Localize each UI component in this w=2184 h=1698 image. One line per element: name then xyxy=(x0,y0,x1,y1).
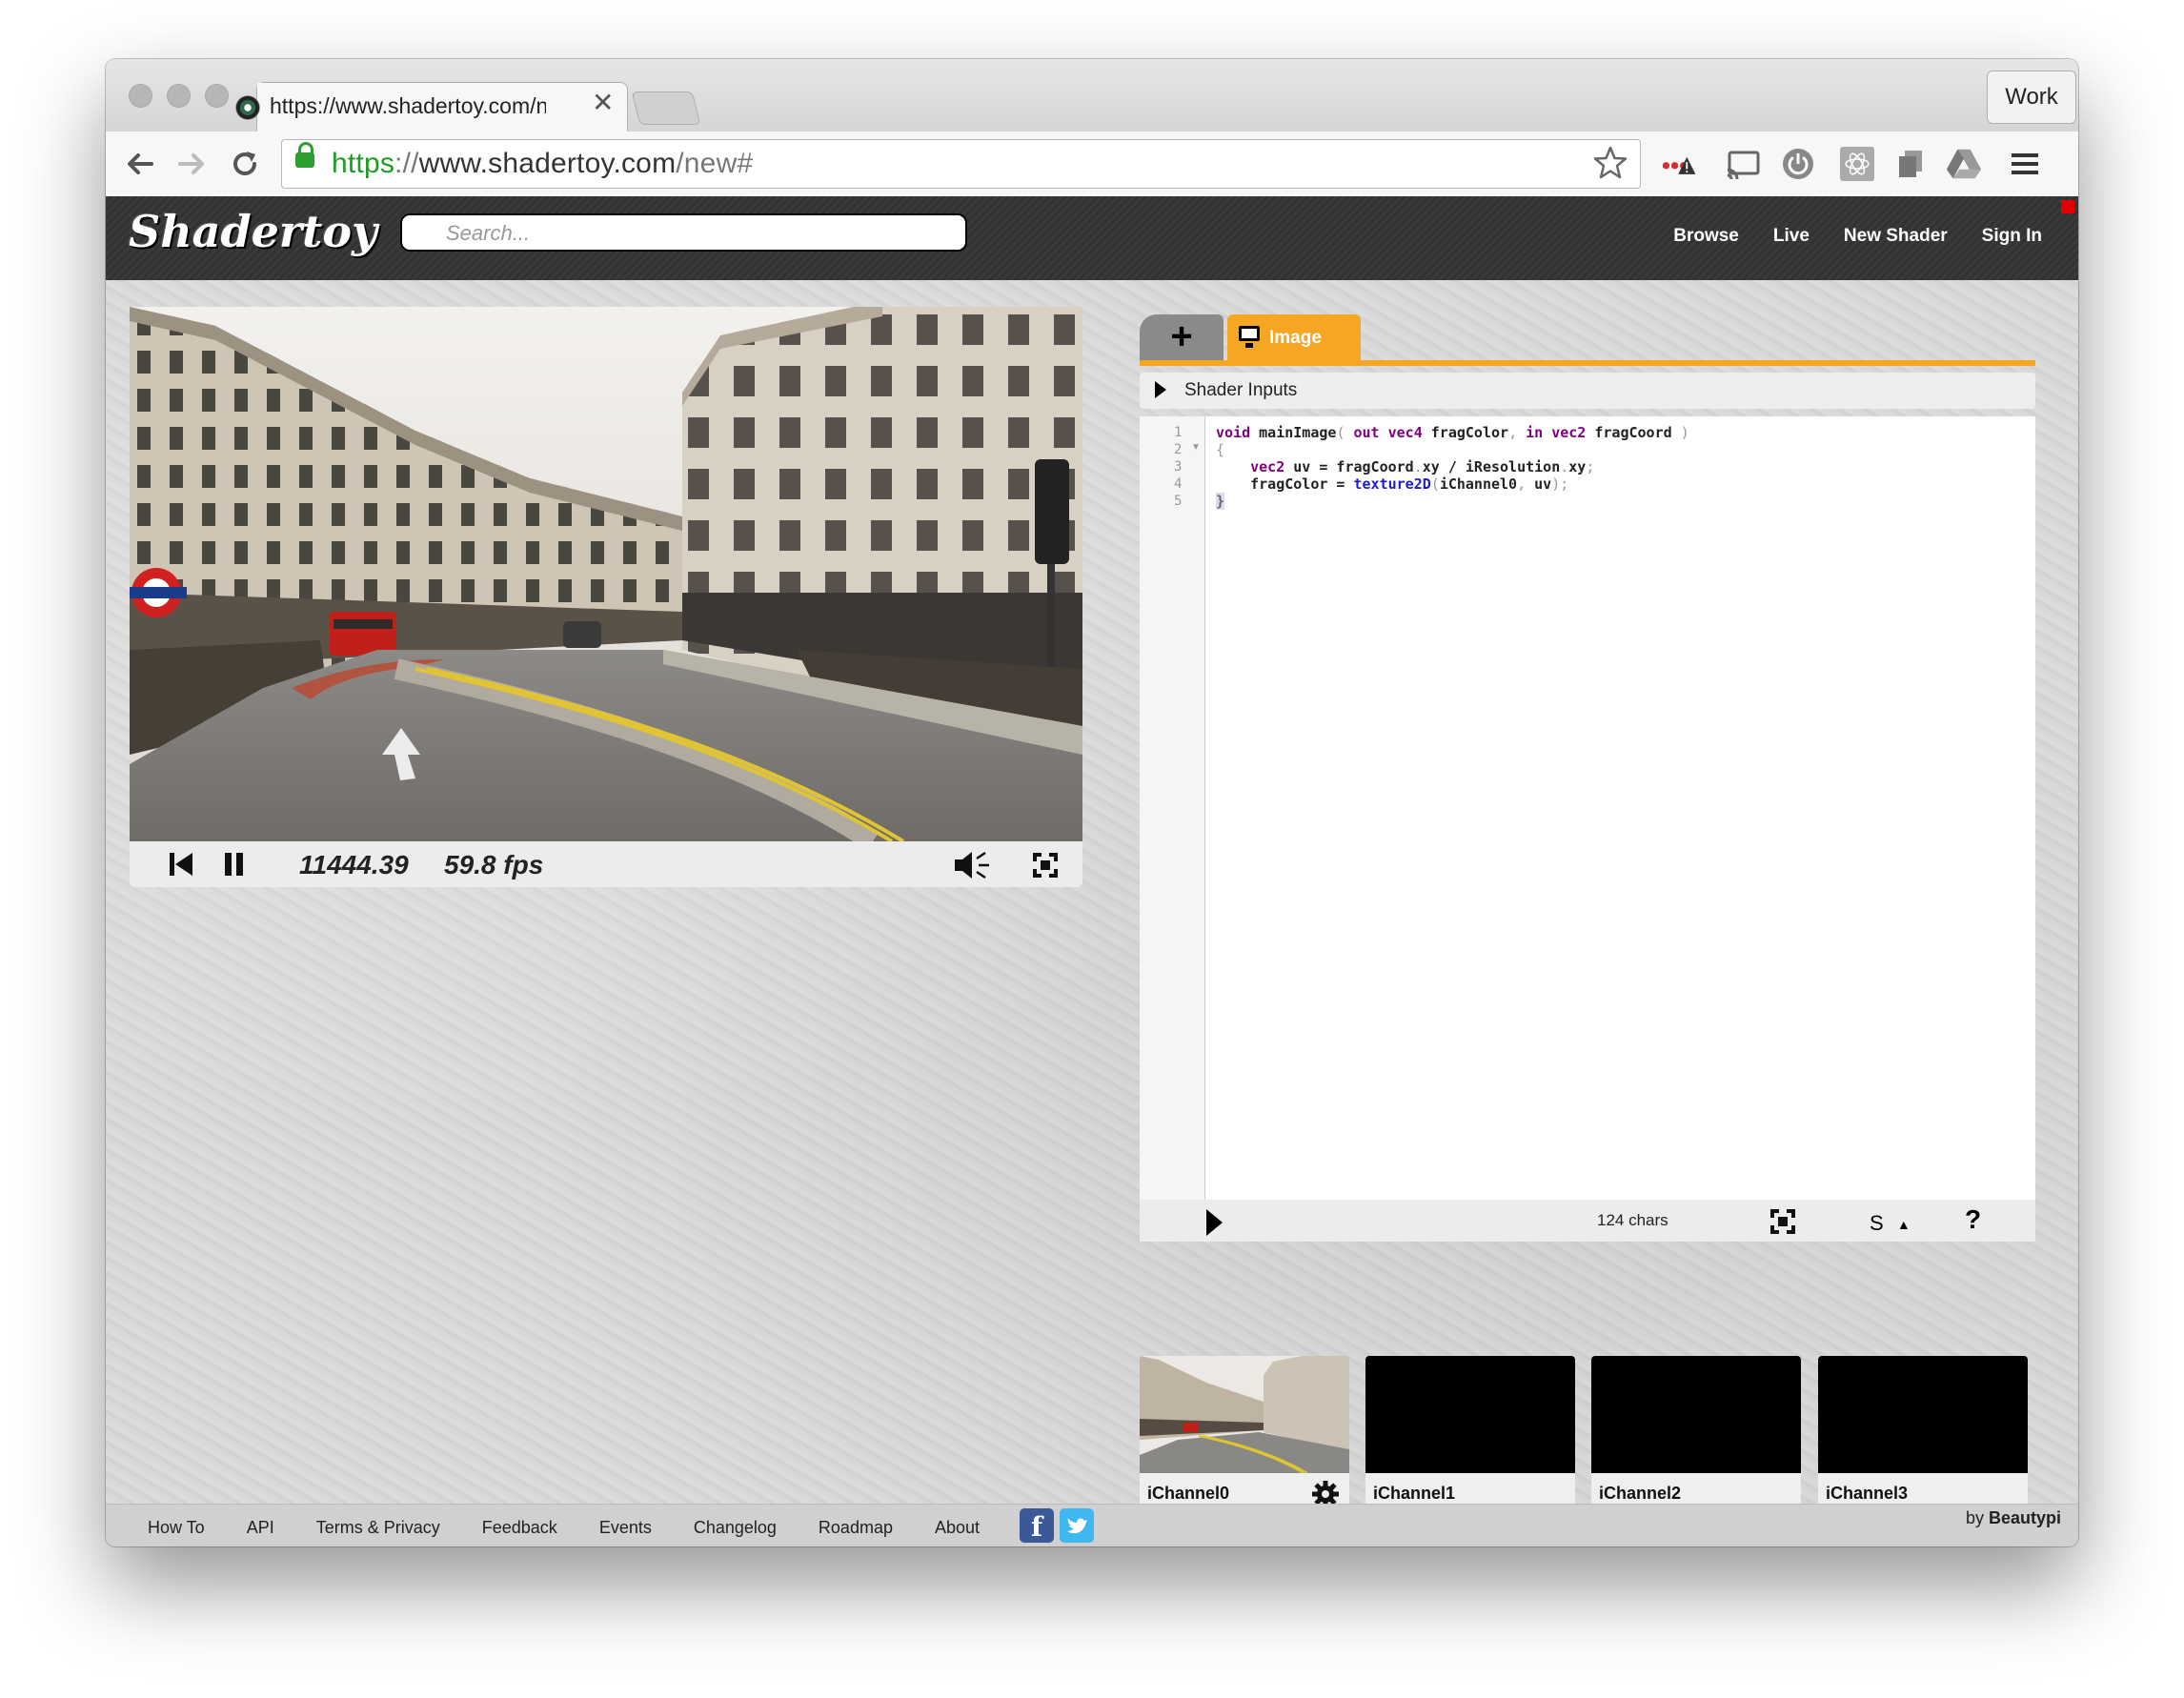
footer-link-events[interactable]: Events xyxy=(599,1518,652,1538)
main-area: 11444.39 59.8 fps + Image Shader Inputs … xyxy=(106,280,2078,1521)
tab-close-icon[interactable]: ✕ xyxy=(592,90,614,116)
font-size-select[interactable]: S ▲ xyxy=(1870,1209,1911,1239)
profile-button[interactable]: Work xyxy=(1987,71,2076,124)
footer-link-roadmap[interactable]: Roadmap xyxy=(819,1518,893,1538)
char-count: 124 chars xyxy=(1597,1211,1668,1229)
nav-new-shader[interactable]: New Shader xyxy=(1844,226,1948,247)
menu-icon[interactable] xyxy=(2006,145,2044,183)
play-icon[interactable] xyxy=(1206,1209,1223,1236)
footer-link-about[interactable]: About xyxy=(935,1518,980,1538)
tab-title: https://www.shadertoy.com/new# xyxy=(270,93,546,118)
channel-thumbnail[interactable] xyxy=(1140,1356,1349,1473)
editor-footer: 124 chars S ▲ ? xyxy=(1140,1200,2035,1242)
footer-link-changelog[interactable]: Changelog xyxy=(694,1518,777,1538)
channel-thumbnail[interactable] xyxy=(1365,1356,1575,1473)
expand-icon xyxy=(1155,381,1166,398)
power-icon[interactable] xyxy=(1779,145,1817,183)
zoom-window-button[interactable] xyxy=(205,84,229,108)
code-line: { xyxy=(1216,441,1225,458)
player-controls: 11444.39 59.8 fps xyxy=(130,841,1082,887)
shader-canvas[interactable] xyxy=(130,307,1082,841)
line-number: 4 xyxy=(1174,476,1183,492)
code-line: void mainImage( out vec4 fragColor, in v… xyxy=(1216,424,1689,441)
minimize-window-button[interactable] xyxy=(167,84,191,108)
fullscreen-icon[interactable] xyxy=(1031,851,1060,879)
tab-image[interactable]: Image xyxy=(1227,314,1361,360)
line-gutter: 1 2 ▼ 3 4 5 xyxy=(1140,416,1205,1200)
browser-window: https://www.shadertoy.com/new# ✕ Work ht… xyxy=(106,59,2078,1546)
copy-extension-icon[interactable] xyxy=(1891,145,1930,183)
nav-browse[interactable]: Browse xyxy=(1673,226,1739,247)
help-button[interactable]: ? xyxy=(1965,1205,1981,1234)
favicon-icon xyxy=(235,95,260,120)
pause-icon[interactable] xyxy=(221,851,248,878)
channel-name: iChannel2 xyxy=(1599,1484,1682,1503)
channel-slot-1[interactable]: iChannel1 xyxy=(1365,1356,1575,1521)
close-window-button[interactable] xyxy=(129,84,152,108)
font-size-label: S xyxy=(1870,1211,1884,1235)
channel-thumbnail[interactable] xyxy=(1818,1356,2028,1473)
code-editor[interactable]: 1 2 ▼ 3 4 5 void mainImage( out vec4 fra… xyxy=(1140,416,2035,1242)
nav-live[interactable]: Live xyxy=(1773,226,1810,247)
channel-slot-2[interactable]: iChannel2 xyxy=(1591,1356,1801,1521)
footer-link-how-to[interactable]: How To xyxy=(148,1518,205,1538)
shader-inputs-label: Shader Inputs xyxy=(1184,380,1298,400)
rewind-icon[interactable] xyxy=(168,851,194,878)
twitter-icon[interactable] xyxy=(1060,1508,1094,1543)
footer-link-terms[interactable]: Terms & Privacy xyxy=(316,1518,440,1538)
shader-inputs-toggle[interactable]: Shader Inputs xyxy=(1140,373,2035,409)
footer-link-api[interactable]: API xyxy=(247,1518,274,1538)
address-bar[interactable]: https://www.shadertoy.com/new# xyxy=(281,139,1641,189)
facebook-icon[interactable]: f xyxy=(1020,1508,1054,1543)
cast-icon[interactable] xyxy=(1724,145,1762,183)
drive-icon[interactable] xyxy=(1945,145,1983,183)
browser-toolbar: https://www.shadertoy.com/new# xyxy=(106,131,2078,197)
code-line: fragColor = texture2D(iChannel0, uv); xyxy=(1216,475,1569,493)
volume-icon[interactable] xyxy=(953,849,991,881)
footer-link-feedback[interactable]: Feedback xyxy=(482,1518,557,1538)
site-logo[interactable]: Shadertoy xyxy=(129,206,377,257)
code-line: } xyxy=(1216,493,1225,510)
shader-player: 11444.39 59.8 fps xyxy=(130,307,1082,890)
channel-name: iChannel3 xyxy=(1826,1484,1909,1503)
code-line: vec2 uv = fragCoord.xy / iResolution.xy; xyxy=(1250,458,1595,475)
search-input[interactable]: Search... xyxy=(400,213,967,252)
reload-icon[interactable] xyxy=(228,147,262,181)
lock-icon xyxy=(295,142,314,168)
new-tab-button[interactable] xyxy=(631,91,701,125)
monitor-icon xyxy=(1239,326,1260,348)
star-icon[interactable] xyxy=(1592,145,1628,181)
channel-slot-0[interactable]: iChannel0 xyxy=(1140,1356,1349,1521)
fps-readout: 59.8 fps xyxy=(444,850,544,879)
extension-alert-icon[interactable] xyxy=(1661,145,1699,183)
nav-sign-in[interactable]: Sign In xyxy=(1982,226,2042,247)
fullscreen-icon[interactable] xyxy=(1769,1207,1797,1236)
fold-arrow-icon[interactable]: ▼ xyxy=(1191,442,1201,453)
site-footer: How To API Terms & Privacy Feedback Even… xyxy=(106,1504,2078,1546)
line-number: 3 xyxy=(1174,459,1183,475)
add-tab-button[interactable]: + xyxy=(1140,314,1223,360)
status-indicator xyxy=(2061,200,2074,213)
back-arrow-icon[interactable] xyxy=(123,147,157,181)
channel-name: iChannel0 xyxy=(1147,1484,1230,1503)
editor-tab-bar: + Image xyxy=(1140,314,2035,366)
url-text: https://www.shadertoy.com/new# xyxy=(332,148,754,179)
site-header: Shadertoy Search... Browse Live New Shad… xyxy=(106,196,2078,280)
line-number: 2 xyxy=(1174,442,1183,457)
channel-name: iChannel1 xyxy=(1373,1484,1456,1503)
tab-image-label: Image xyxy=(1269,328,1322,348)
time-readout: 11444.39 xyxy=(299,850,409,879)
forward-arrow-icon[interactable] xyxy=(174,147,209,181)
line-number: 1 xyxy=(1174,425,1183,440)
credit-link[interactable]: Beautypi xyxy=(1989,1508,2061,1527)
channel-slot-3[interactable]: iChannel3 xyxy=(1818,1356,2028,1521)
channel-thumbnail[interactable] xyxy=(1591,1356,1801,1473)
tab-bar: https://www.shadertoy.com/new# ✕ Work xyxy=(106,59,2078,133)
credit-text: by Beautypi xyxy=(1965,1508,2061,1527)
select-arrows-icon: ▲ xyxy=(1896,1217,1911,1233)
line-number: 5 xyxy=(1174,494,1183,509)
site-nav: Browse Live New Shader Sign In xyxy=(1673,226,2042,247)
react-devtools-icon[interactable] xyxy=(1838,145,1876,183)
footer-links: How To API Terms & Privacy Feedback Even… xyxy=(148,1518,980,1538)
